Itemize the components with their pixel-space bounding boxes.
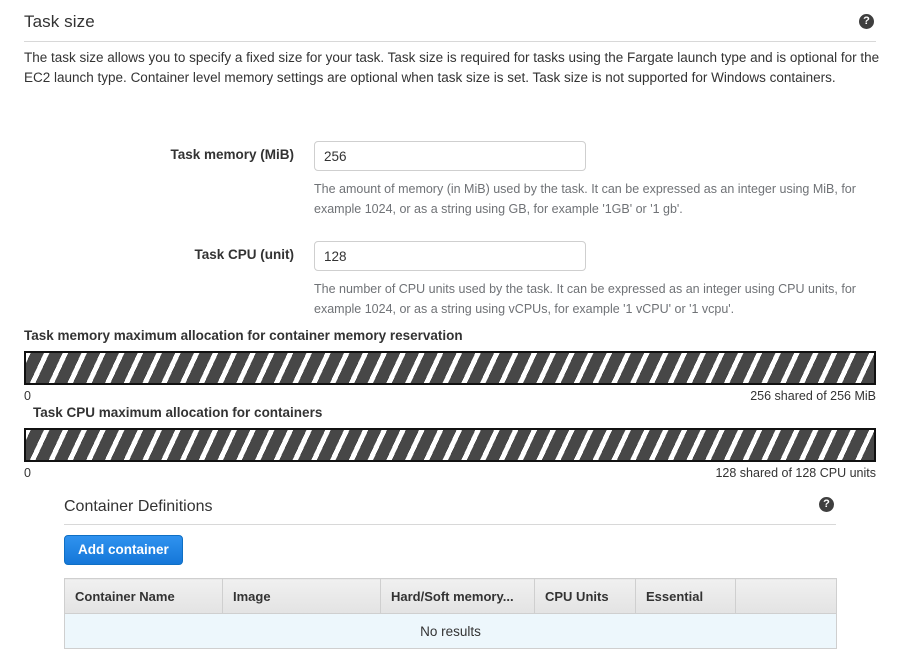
add-container-button[interactable]: Add container [64,535,183,565]
memory-allocation-label: Task memory maximum allocation for conta… [24,328,463,343]
column-header-image[interactable]: Image [222,578,381,614]
task-size-header: Task size [0,0,900,38]
task-cpu-input[interactable] [314,241,586,271]
help-circle-icon[interactable]: ? [859,14,874,29]
table-header-row: Container Name Image Hard/Soft memory...… [64,578,837,614]
cpu-allocation-max-label: 128 shared of 128 CPU units [715,466,876,480]
memory-allocation-min-label: 0 [24,389,31,403]
task-cpu-label: Task CPU (unit) [194,247,294,262]
memory-allocation-bar [24,351,876,385]
cpu-allocation-label: Task CPU maximum allocation for containe… [33,405,323,420]
column-header-hard-soft-memory[interactable]: Hard/Soft memory... [380,578,535,614]
column-header-cpu-units[interactable]: CPU Units [534,578,636,614]
cpu-allocation-min-label: 0 [24,466,31,480]
table-body: No results [64,613,837,649]
container-definitions-table: Container Name Image Hard/Soft memory...… [64,578,837,649]
column-header-actions [735,578,837,614]
cpu-allocation-bar [24,428,876,462]
task-size-panel: Task size ? The task size allows you to … [0,0,900,649]
no-results-message: No results [64,613,837,649]
subsection-divider [64,524,836,525]
table-empty-row: No results [64,613,837,649]
column-header-essential[interactable]: Essential [635,578,736,614]
task-cpu-helper-text: The number of CPU units used by the task… [314,282,856,316]
help-circle-icon[interactable]: ? [819,497,834,512]
memory-allocation-max-label: 256 shared of 256 MiB [750,389,876,403]
section-divider [24,41,876,42]
task-size-description: The task size allows you to specify a fi… [24,50,880,85]
page-title: Task size [24,12,95,31]
task-memory-helper-text: The amount of memory (in MiB) used by th… [314,182,856,216]
task-memory-label: Task memory (MiB) [170,147,294,162]
container-definitions-title: Container Definitions [64,498,213,515]
column-header-container-name[interactable]: Container Name [64,578,223,614]
task-memory-input[interactable] [314,141,586,171]
